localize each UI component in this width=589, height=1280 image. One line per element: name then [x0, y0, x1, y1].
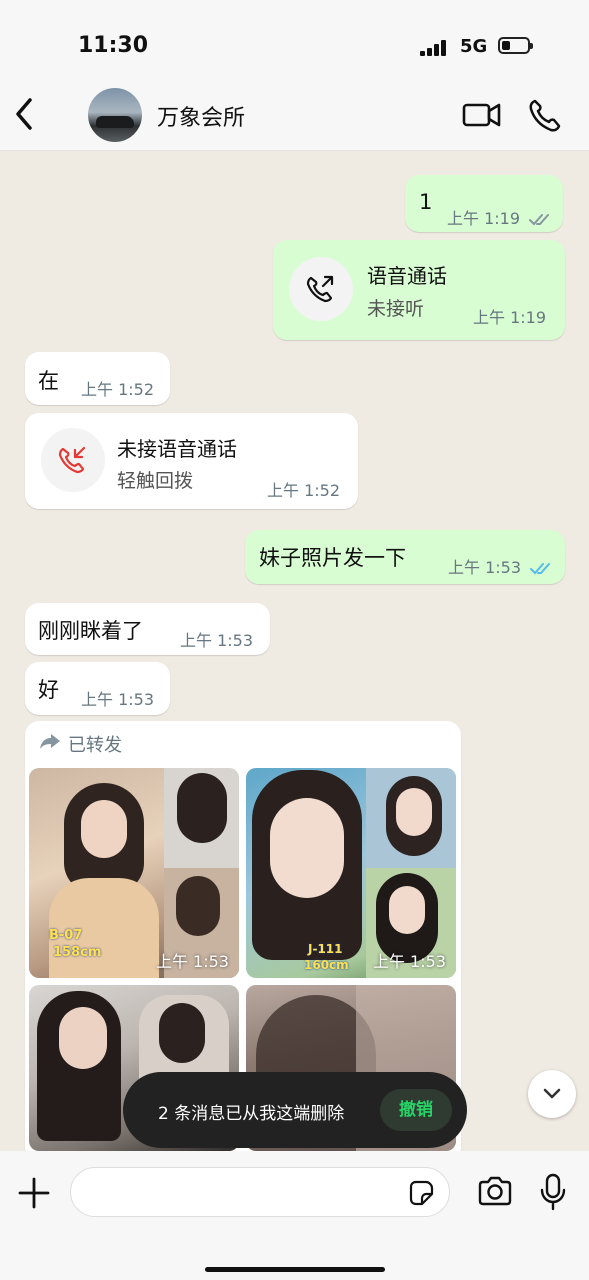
- forwarded-label: 已转发: [68, 735, 122, 756]
- double-check-icon: [530, 562, 551, 574]
- contact-avatar[interactable]: [88, 88, 142, 142]
- message-time: 上午 1:19: [473, 308, 547, 327]
- photo-caption: B-07: [49, 928, 83, 943]
- image-time: 上午 1:53: [372, 952, 446, 971]
- call-icon-circle: [41, 428, 105, 492]
- incoming-message[interactable]: 刚刚眯着了 上午 1:53: [25, 603, 270, 655]
- message-input-wrapper[interactable]: [70, 1167, 450, 1217]
- contact-name[interactable]: 万象会所: [157, 100, 245, 132]
- message-time: 上午 1:53: [81, 690, 155, 709]
- photo-face: [59, 1007, 107, 1069]
- scroll-to-bottom-button[interactable]: [528, 1070, 576, 1118]
- chevron-down-icon: [543, 1088, 561, 1099]
- photo-face: [396, 788, 432, 836]
- photo-figure: [159, 1003, 205, 1063]
- toast-text: 2 条消息已从我这端删除: [158, 1104, 345, 1124]
- message-text: 妹子照片发一下: [259, 546, 406, 570]
- message-meta: 上午 1:53: [448, 554, 554, 578]
- message-time: 上午 1:52: [81, 380, 155, 399]
- chevron-left-icon[interactable]: [8, 92, 44, 136]
- message-time: 上午 1:53: [448, 558, 522, 577]
- signal-icon: [420, 40, 446, 56]
- album-image[interactable]: J-111 160cm 上午 1:53: [246, 768, 456, 978]
- chat-header: 万象会所: [0, 80, 589, 151]
- input-bar: [0, 1151, 589, 1280]
- image-time: 上午 1:53: [155, 952, 229, 971]
- message-text: 1: [419, 190, 433, 214]
- status-time: 11:30: [78, 33, 149, 58]
- message-time: 上午 1:19: [447, 209, 521, 228]
- photo-figure: [177, 773, 227, 843]
- double-check-icon: [529, 213, 550, 225]
- camera-icon[interactable]: [477, 1175, 513, 1207]
- message-text: 好: [38, 678, 59, 702]
- home-indicator: [205, 1267, 385, 1272]
- message-time: 上午 1:52: [267, 481, 341, 500]
- video-camera-icon[interactable]: [462, 96, 502, 134]
- missed-call-icon: [58, 446, 86, 474]
- voice-call-bubble[interactable]: 语音通话 未接听 上午 1:19: [273, 240, 565, 340]
- incoming-message[interactable]: 好 上午 1:53: [25, 662, 170, 715]
- call-icon-circle: [289, 257, 353, 321]
- network-type: 5G: [460, 36, 488, 57]
- sticker-icon[interactable]: [407, 1179, 435, 1207]
- message-meta: 上午 1:19: [447, 205, 553, 229]
- photo-caption: J-111: [308, 942, 343, 956]
- plus-icon[interactable]: [16, 1175, 52, 1211]
- message-text: 在: [38, 369, 59, 393]
- call-title: 语音通话: [367, 264, 447, 288]
- chat-area[interactable]: 1 上午 1:19 语音通话 未接听 上午 1:19 在 上午 1:52 未接语…: [0, 151, 589, 1151]
- outgoing-message[interactable]: 1 上午 1:19: [405, 175, 563, 232]
- missed-call-bubble[interactable]: 未接语音通话 轻触回拨 上午 1:52: [25, 413, 358, 509]
- deleted-toast: 2 条消息已从我这端删除 撤销: [123, 1072, 467, 1148]
- call-status: 未接听: [367, 298, 425, 320]
- message-text: 刚刚眯着了: [38, 619, 143, 643]
- incoming-message[interactable]: 在 上午 1:52: [25, 352, 170, 405]
- photo-caption: 158cm: [53, 945, 102, 960]
- photo-face: [81, 800, 127, 858]
- battery-icon: [498, 37, 533, 54]
- forward-arrow-icon: [40, 734, 60, 749]
- outgoing-message[interactable]: 妹子照片发一下 上午 1:53: [245, 530, 565, 584]
- call-title: 未接语音通话: [117, 437, 237, 461]
- call-action[interactable]: 轻触回拨: [117, 466, 193, 493]
- status-bar: 11:30 5G: [0, 0, 589, 80]
- photo-caption: 160cm: [304, 958, 349, 972]
- album-image[interactable]: B-07 158cm 上午 1:53: [29, 768, 239, 978]
- message-time: 上午 1:53: [180, 631, 254, 650]
- photo-face: [270, 798, 344, 898]
- photo-figure: [176, 876, 220, 936]
- message-input[interactable]: [87, 1178, 401, 1208]
- outgoing-call-icon: [306, 275, 334, 303]
- undo-button[interactable]: 撤销: [380, 1089, 452, 1131]
- phone-icon[interactable]: [527, 96, 563, 134]
- microphone-icon[interactable]: [540, 1173, 566, 1211]
- photo-face: [389, 886, 425, 934]
